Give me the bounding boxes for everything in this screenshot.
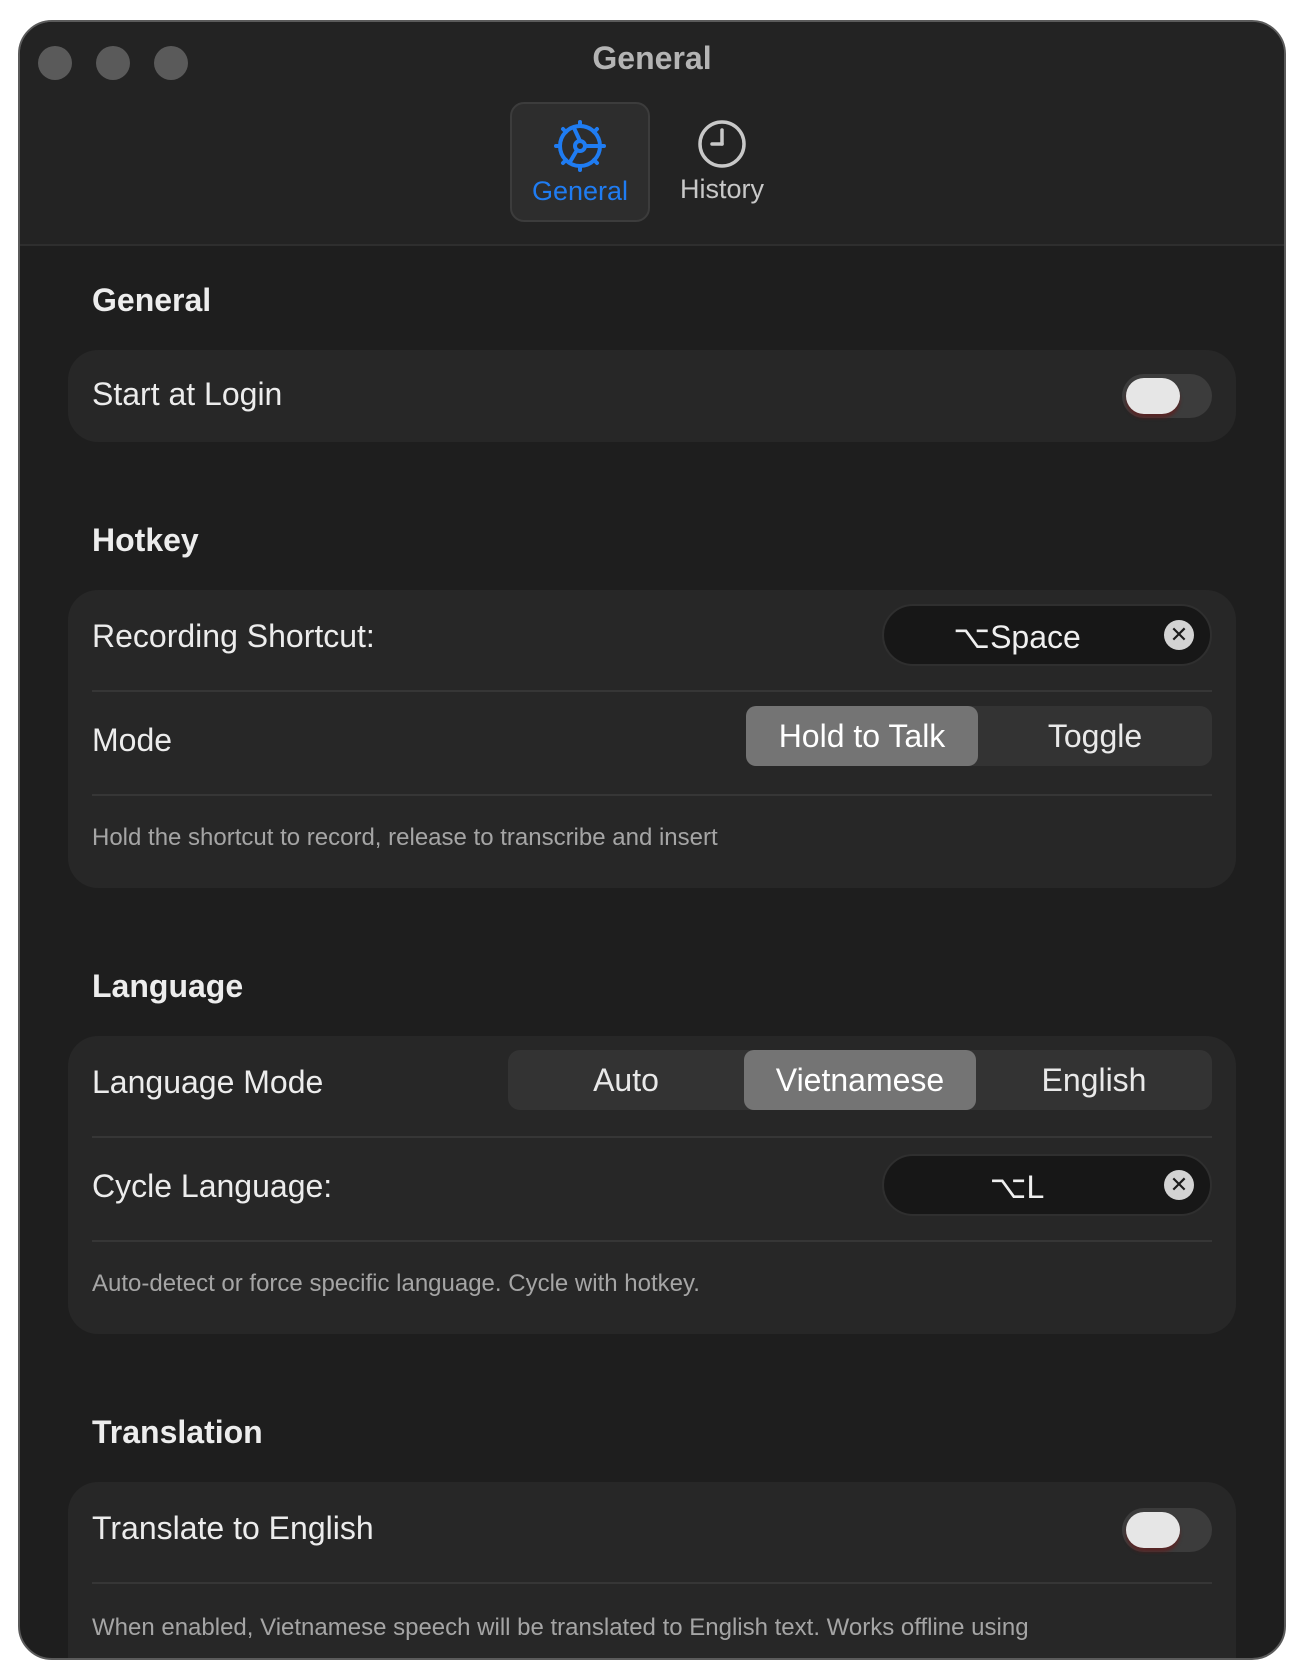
mode-label: Mode	[92, 722, 173, 758]
start-at-login-toggle[interactable]	[1122, 374, 1212, 418]
divider	[92, 690, 1212, 692]
section-title-general: General	[92, 282, 212, 318]
clear-recording-shortcut-icon[interactable]: ✕	[1164, 620, 1194, 650]
cycle-language-label: Cycle Language:	[92, 1168, 333, 1204]
tab-history-label: History	[679, 174, 764, 204]
divider	[92, 794, 1212, 796]
translate-to-english-label: Translate to English	[92, 1510, 374, 1546]
mode-segmented-control: Hold to Talk Toggle	[746, 706, 1212, 766]
translation-card: Translate to English When enabled, Vietn…	[68, 1482, 1236, 1658]
hotkey-hint: Hold the shortcut to record, release to …	[92, 824, 718, 851]
general-card: Start at Login	[68, 350, 1236, 442]
recording-shortcut-field[interactable]: ⌥Space ✕	[882, 604, 1212, 666]
settings-window: General General History General Start at…	[18, 20, 1286, 1660]
language-hint: Auto-detect or force specific language. …	[92, 1270, 700, 1297]
language-option-english[interactable]: English	[976, 1050, 1212, 1110]
language-option-vietnamese[interactable]: Vietnamese	[744, 1050, 976, 1110]
cycle-language-shortcut-value: ⌥L	[989, 1169, 1045, 1205]
section-title-hotkey: Hotkey	[92, 522, 199, 558]
divider	[92, 1136, 1212, 1138]
gear-icon	[554, 120, 606, 172]
divider	[92, 1240, 1212, 1242]
translation-hint: When enabled, Vietnamese speech will be …	[92, 1614, 1029, 1641]
section-title-translation: Translation	[92, 1414, 263, 1450]
tab-history[interactable]: History	[662, 102, 782, 222]
recording-shortcut-label: Recording Shortcut:	[92, 618, 375, 654]
language-mode-segmented-control: Auto Vietnamese English	[508, 1050, 1212, 1110]
mode-option-hold-to-talk[interactable]: Hold to Talk	[746, 706, 978, 766]
language-mode-label: Language Mode	[92, 1064, 324, 1100]
language-card: Language Mode Auto Vietnamese English Cy…	[68, 1036, 1236, 1334]
start-at-login-label: Start at Login	[92, 376, 283, 412]
cycle-language-shortcut-field[interactable]: ⌥L ✕	[882, 1154, 1212, 1216]
mode-option-toggle[interactable]: Toggle	[978, 706, 1212, 766]
hotkey-card: Recording Shortcut: ⌥Space ✕ Mode Hold t…	[68, 590, 1236, 888]
tab-general[interactable]: General	[510, 102, 650, 222]
section-title-language: Language	[92, 968, 244, 1004]
language-option-auto[interactable]: Auto	[508, 1050, 744, 1110]
clock-icon	[698, 120, 746, 168]
recording-shortcut-value: ⌥Space	[953, 619, 1081, 655]
divider	[92, 1582, 1212, 1584]
titlebar: General General History	[20, 22, 1284, 246]
toggle-knob	[1126, 378, 1180, 414]
window-title: General	[592, 40, 712, 76]
clear-cycle-language-shortcut-icon[interactable]: ✕	[1164, 1170, 1194, 1200]
tab-general-label: General	[531, 176, 629, 206]
toggle-knob	[1126, 1512, 1180, 1548]
translate-to-english-toggle[interactable]	[1122, 1508, 1212, 1552]
